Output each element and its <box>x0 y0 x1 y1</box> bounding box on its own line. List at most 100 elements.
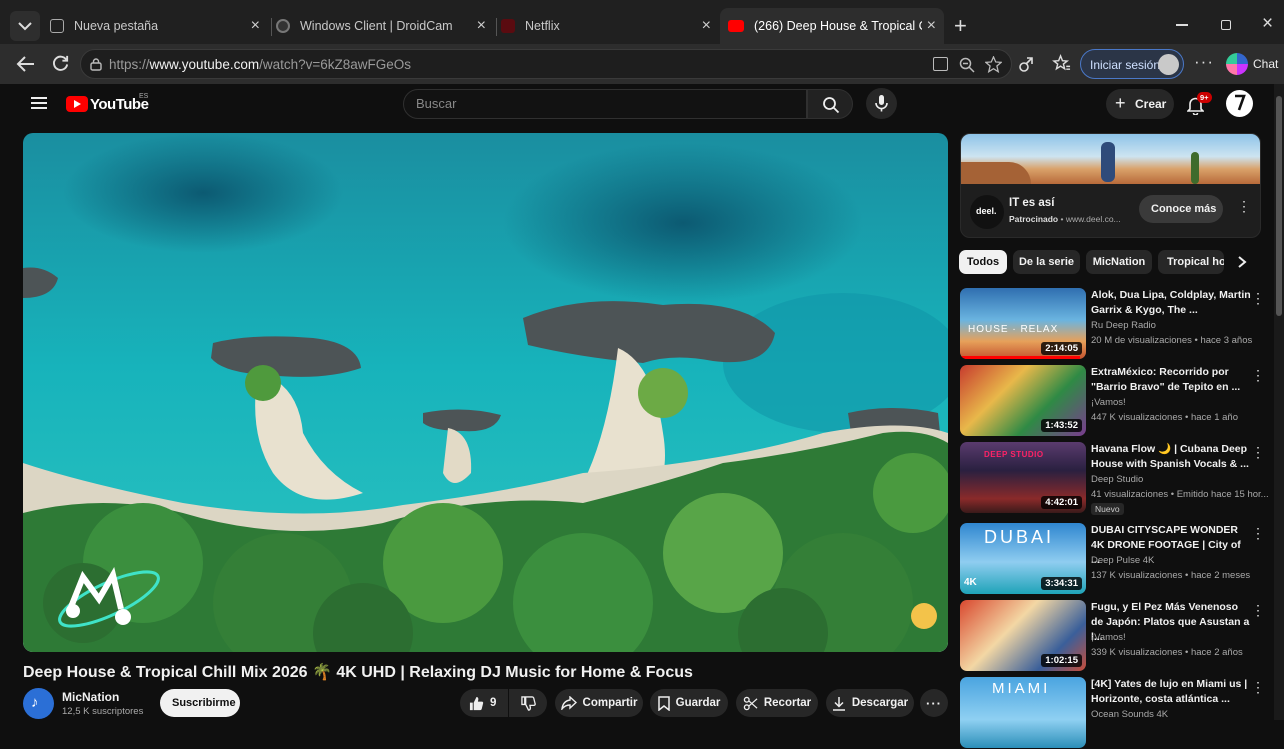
more-vertical-icon[interactable]: ⋮ <box>1251 290 1265 307</box>
more-vertical-icon[interactable]: ⋮ <box>1251 525 1265 542</box>
voice-search-button[interactable] <box>866 88 897 119</box>
channel-name[interactable]: MicNation <box>62 690 119 704</box>
chevron-down-icon <box>18 22 32 31</box>
refresh-icon[interactable] <box>51 54 70 73</box>
duration-badge: 4:42:01 <box>1041 496 1082 509</box>
video-thumbnail: MIAMI <box>960 677 1086 748</box>
like-button[interactable]: 9 <box>460 689 508 717</box>
recommendation-channel: Deep Pulse 4K <box>1091 555 1155 566</box>
tab-droidcam[interactable]: Windows Client | DroidCam × <box>276 8 494 44</box>
more-vertical-icon[interactable]: ⋮ <box>1251 367 1265 384</box>
download-button[interactable]: Descargar <box>826 689 914 717</box>
ad-more-icon[interactable]: ⋮ <box>1237 198 1251 215</box>
recommendation-channel: ¡Vamos! <box>1091 397 1126 408</box>
youtube-logo[interactable]: YouTube ES <box>66 93 156 115</box>
recommendation-item[interactable]: DEEP STUDIO 4:42:01 Havana Flow 🌙 | Cuba… <box>960 442 1270 515</box>
close-icon[interactable]: × <box>702 17 711 35</box>
recommendation-item[interactable]: MIAMI [4K] Yates de lujo en Miami us | H… <box>960 677 1270 749</box>
mascot-icon <box>911 603 937 629</box>
favorite-star-icon[interactable] <box>985 56 1002 73</box>
share-button[interactable]: Compartir <box>555 689 643 717</box>
app-available-icon[interactable] <box>933 57 948 71</box>
close-icon[interactable]: × <box>477 17 486 35</box>
page-icon <box>50 19 64 33</box>
browser-tab-bar: Nueva pestaña × Windows Client | DroidCa… <box>0 0 1284 46</box>
tab-netflix[interactable]: Netflix × <box>501 8 719 44</box>
chip-all[interactable]: Todos <box>959 250 1007 274</box>
signin-button[interactable]: Iniciar sesión <box>1080 49 1184 79</box>
recommendation-item[interactable]: HOUSE · RELAX 2:14:05 Alok, Dua Lipa, Co… <box>960 288 1270 360</box>
video-player[interactable] <box>23 133 948 652</box>
recommendation-stats: 447 K visualizaciones • hace 1 año <box>1091 412 1238 423</box>
address-bar[interactable]: https://www.youtube.com/watch?v=6kZ8awFG… <box>80 49 1012 79</box>
page-scrollbar[interactable] <box>1274 84 1284 720</box>
chip-micnation[interactable]: MicNation <box>1086 250 1152 274</box>
signin-label: Iniciar sesión <box>1090 58 1161 72</box>
recommendation-title: ExtraMéxico: Recorrido por "Barrio Bravo… <box>1091 366 1241 393</box>
subscribe-button[interactable]: Suscribirme <box>160 689 240 717</box>
recommendation-title: Alok, Dua Lipa, Coldplay, Martin Garrix … <box>1091 289 1251 316</box>
tab-new-tab[interactable]: Nueva pestaña × <box>50 8 268 44</box>
download-icon <box>832 696 845 711</box>
close-icon[interactable]: × <box>251 17 260 35</box>
more-options-icon[interactable]: ··· <box>1194 52 1214 72</box>
restore-icon[interactable] <box>1221 20 1231 30</box>
thumbnail-text: MIAMI <box>992 680 1051 697</box>
ad-cta-button[interactable]: Conoce más <box>1139 195 1223 223</box>
video-thumbnail: HOUSE · RELAX 2:14:05 <box>960 288 1086 359</box>
recommendation-item[interactable]: DUBAI 4K 3:34:31 DUBAI CITYSCAPE WONDER … <box>960 523 1270 595</box>
youtube-page: YouTube ES + Crear 9+ <box>10 84 1284 748</box>
profile-avatar-icon <box>1158 54 1179 75</box>
notifications-button[interactable]: 9+ <box>1185 92 1213 118</box>
more-vertical-icon[interactable]: ⋮ <box>1251 602 1265 619</box>
search-icon <box>823 97 840 114</box>
tab-title: (266) Deep House & Tropical Chill <box>754 19 922 33</box>
extensions-icon[interactable] <box>1018 54 1036 73</box>
more-vertical-icon[interactable]: ⋮ <box>1251 444 1265 461</box>
close-icon[interactable]: × <box>927 17 936 35</box>
more-actions-button[interactable]: ··· <box>920 689 948 717</box>
zoom-icon[interactable] <box>959 57 975 73</box>
clip-button[interactable]: Recortar <box>736 689 818 717</box>
create-button[interactable]: + Crear <box>1106 89 1174 119</box>
dislike-button[interactable] <box>509 689 547 717</box>
search-button[interactable] <box>807 89 853 119</box>
avatar-glyph-icon <box>1233 93 1246 113</box>
droidcam-icon <box>276 19 290 33</box>
chevron-right-icon[interactable] <box>1236 255 1248 269</box>
chip-tropical-house[interactable]: Tropical ho <box>1158 250 1224 274</box>
copilot-chat-button[interactable]: Chat <box>1226 52 1282 76</box>
collections-icon[interactable] <box>1052 54 1071 73</box>
account-avatar[interactable] <box>1226 90 1253 117</box>
channel-avatar[interactable]: ♪ <box>23 688 54 719</box>
more-vertical-icon[interactable]: ⋮ <box>1251 679 1265 696</box>
close-window-icon[interactable]: × <box>1262 13 1273 35</box>
scrollbar-thumb[interactable] <box>1276 96 1282 316</box>
video-thumbnail: 1:43:52 <box>960 365 1086 436</box>
back-icon[interactable] <box>16 55 36 73</box>
save-button[interactable]: Guardar <box>650 689 728 717</box>
tab-list-dropdown-button[interactable] <box>10 11 40 41</box>
menu-icon[interactable] <box>31 97 47 109</box>
minimize-icon[interactable] <box>1176 24 1188 26</box>
channel-logo-icon: ♪ <box>31 694 39 711</box>
recommendation-channel: Ru Deep Radio <box>1091 320 1156 331</box>
video-thumbnail: 1:02:15 <box>960 600 1086 671</box>
youtube-icon <box>728 20 744 32</box>
ad-card[interactable]: deel. IT es así Patrocinado • www.deel.c… <box>960 133 1261 238</box>
bookmark-icon <box>657 695 670 711</box>
ad-banner-image <box>961 134 1260 184</box>
tab-separator <box>271 18 272 36</box>
netflix-icon <box>501 19 515 33</box>
recommendation-item[interactable]: 1:02:15 Fugu, y El Pez Más Venenoso de J… <box>960 600 1270 672</box>
search-input[interactable] <box>416 96 796 111</box>
plus-icon: + <box>1115 93 1126 113</box>
chip-from-series[interactable]: De la serie <box>1013 250 1080 274</box>
new-tab-icon[interactable]: + <box>954 13 967 39</box>
tab-youtube-active[interactable]: (266) Deep House & Tropical Chill × <box>720 8 944 44</box>
recommendation-item[interactable]: 1:43:52 ExtraMéxico: Recorrido por "Barr… <box>960 365 1270 437</box>
ad-brand-logo: deel. <box>970 195 1004 229</box>
youtube-play-icon <box>66 96 88 112</box>
new-badge: Nuevo <box>1091 503 1124 515</box>
lock-icon <box>90 58 102 71</box>
